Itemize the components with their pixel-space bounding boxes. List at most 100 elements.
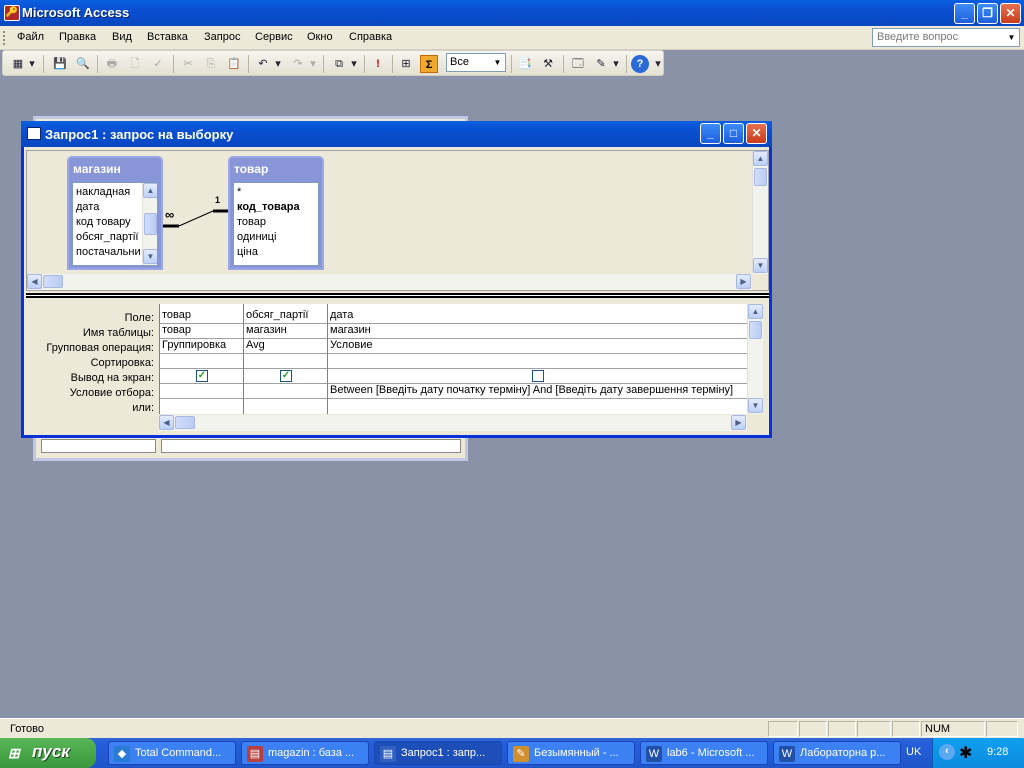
- taskbar-item-paint[interactable]: ✎ Безымянный - ...: [507, 741, 635, 765]
- scroll-down-icon[interactable]: ▼: [143, 249, 157, 264]
- menu-grip[interactable]: [3, 31, 6, 45]
- table-pane-vscrollbar[interactable]: ▲ ▼: [752, 151, 768, 274]
- grid-cell-table[interactable]: товар: [160, 324, 244, 339]
- menu-file[interactable]: Файл: [17, 31, 44, 43]
- grid-cell-table[interactable]: магазин: [244, 324, 328, 339]
- field-list-scrollbar[interactable]: ▲ ▼: [142, 183, 157, 265]
- grid-cell-criteria[interactable]: Between [Введіть дату початку терміну] A…: [328, 384, 748, 399]
- antivirus-bug-icon[interactable]: ✱: [959, 743, 972, 763]
- field-item[interactable]: одиниці: [237, 231, 276, 243]
- close-button[interactable]: ✕: [1000, 3, 1021, 24]
- field-item[interactable]: код товару: [76, 216, 131, 228]
- view-dropdown-icon[interactable]: ▾: [27, 55, 37, 73]
- field-item[interactable]: постачальни: [76, 246, 141, 258]
- scroll-thumb[interactable]: [754, 168, 767, 186]
- grid-cell-field[interactable]: дата: [328, 309, 748, 324]
- grid-cell-sort[interactable]: [160, 354, 244, 369]
- scroll-left-icon[interactable]: ◀: [27, 274, 42, 289]
- grid-cell-or[interactable]: [328, 399, 748, 414]
- table-field-list-tovar[interactable]: товар * код_товара товар одиниці ціна: [228, 156, 324, 270]
- clock[interactable]: 9:28: [987, 746, 1008, 758]
- run-icon[interactable]: !: [369, 55, 387, 73]
- copy-icon[interactable]: ⎘: [202, 55, 220, 73]
- query-type-icon[interactable]: ⧉: [330, 55, 348, 73]
- query-close-button[interactable]: ✕: [746, 123, 767, 144]
- grid-vscrollbar[interactable]: ▲ ▼: [747, 304, 763, 414]
- grid-cell-table[interactable]: магазин: [328, 324, 748, 339]
- menu-window[interactable]: Окно: [307, 31, 333, 43]
- scroll-up-icon[interactable]: ▲: [143, 183, 157, 198]
- field-item[interactable]: товар: [237, 216, 266, 228]
- scroll-thumb[interactable]: [749, 321, 762, 339]
- scroll-thumb[interactable]: [43, 275, 63, 288]
- help-icon[interactable]: ?: [631, 55, 649, 73]
- grid-column[interactable]: товар товар Группировка ✓: [159, 304, 244, 414]
- grid-cell-total[interactable]: Avg: [244, 339, 328, 354]
- totals-sigma-icon[interactable]: Σ: [420, 55, 438, 73]
- scroll-thumb[interactable]: [144, 213, 157, 235]
- field-item[interactable]: *: [237, 186, 241, 198]
- new-object-icon[interactable]: ✎: [592, 55, 610, 73]
- grid-cell-sort[interactable]: [244, 354, 328, 369]
- menu-tools[interactable]: Сервис: [255, 31, 293, 43]
- new-object-dropdown-icon[interactable]: ▾: [611, 55, 621, 73]
- table-field-list-magazin[interactable]: магазин накладная дата код товару обсяг_…: [67, 156, 163, 270]
- scroll-left-icon[interactable]: ◀: [159, 415, 174, 430]
- grid-cell-or[interactable]: [244, 399, 328, 414]
- grid-hscrollbar[interactable]: ◀ ▶: [159, 415, 747, 431]
- language-indicator[interactable]: UK: [906, 746, 921, 758]
- scroll-up-icon[interactable]: ▲: [753, 151, 768, 166]
- query-type-dropdown-icon[interactable]: ▾: [349, 55, 359, 73]
- scroll-right-icon[interactable]: ▶: [736, 274, 751, 289]
- database-window-icon[interactable]: 🗔: [569, 55, 587, 73]
- field-item[interactable]: дата: [76, 201, 99, 213]
- restore-button[interactable]: ❐: [977, 3, 998, 24]
- show-checkbox-unchecked[interactable]: [532, 370, 544, 382]
- undo-dropdown-icon[interactable]: ▾: [273, 55, 283, 73]
- taskbar-item-database[interactable]: ▤ magazin : база ...: [241, 741, 369, 765]
- paste-icon[interactable]: 📋: [225, 55, 243, 73]
- menu-edit[interactable]: Правка: [59, 31, 96, 43]
- spelling-icon[interactable]: ✓: [149, 55, 167, 73]
- cut-icon[interactable]: ✂: [179, 55, 197, 73]
- redo-dropdown-icon[interactable]: ▾: [308, 55, 318, 73]
- scroll-thumb[interactable]: [175, 416, 195, 429]
- taskbar-item-total-commander[interactable]: ◆ Total Command...: [108, 741, 236, 765]
- redo-icon[interactable]: ↷: [289, 55, 307, 73]
- menu-view[interactable]: Вид: [112, 31, 132, 43]
- query-minimize-button[interactable]: _: [700, 123, 721, 144]
- toolbar-options-icon[interactable]: ▾: [653, 55, 663, 73]
- builder-icon[interactable]: ⚒: [539, 55, 557, 73]
- menu-insert[interactable]: Вставка: [147, 31, 188, 43]
- grid-cell-sort[interactable]: [328, 354, 748, 369]
- grid-cell-field[interactable]: обсяг_партії: [244, 309, 328, 324]
- menu-query[interactable]: Запрос: [204, 31, 240, 43]
- tray-expand-icon[interactable]: ‹: [939, 744, 955, 760]
- grid-column[interactable]: обсяг_партії магазин Avg ✓: [243, 304, 328, 414]
- view-icon[interactable]: ▦: [9, 55, 27, 73]
- field-item[interactable]: обсяг_партії: [76, 231, 138, 243]
- show-checkbox[interactable]: ✓: [196, 370, 208, 382]
- grid-cell-criteria[interactable]: [244, 384, 328, 399]
- start-button[interactable]: ⊞ пуск: [0, 738, 96, 768]
- scroll-down-icon[interactable]: ▼: [753, 258, 768, 273]
- pane-splitter[interactable]: [26, 293, 769, 298]
- menu-help[interactable]: Справка: [349, 31, 392, 43]
- grid-cell-criteria[interactable]: [160, 384, 244, 399]
- scroll-right-icon[interactable]: ▶: [731, 415, 746, 430]
- save-icon[interactable]: 💾: [51, 55, 69, 73]
- grid-cell-or[interactable]: [160, 399, 244, 414]
- minimize-button[interactable]: _: [954, 3, 975, 24]
- field-item[interactable]: ціна: [237, 246, 258, 258]
- scroll-up-icon[interactable]: ▲: [748, 304, 763, 319]
- grid-column[interactable]: дата магазин Условие Between [Введіть да…: [327, 304, 748, 414]
- top-values-select[interactable]: Все ▼: [446, 53, 506, 72]
- taskbar-item-word-lab[interactable]: W Лабораторна р...: [773, 741, 901, 765]
- taskbar-item-word-lab6[interactable]: W lab6 - Microsoft ...: [640, 741, 768, 765]
- field-item-primary-key[interactable]: код_товара: [237, 201, 300, 213]
- show-table-icon[interactable]: ⊞: [397, 55, 415, 73]
- table-pane-hscrollbar[interactable]: ◀ ▶: [27, 274, 752, 290]
- chevron-down-icon[interactable]: ▼: [491, 55, 504, 70]
- taskbar-item-query[interactable]: ▤ Запрос1 : запр...: [374, 741, 502, 765]
- show-checkbox[interactable]: ✓: [280, 370, 292, 382]
